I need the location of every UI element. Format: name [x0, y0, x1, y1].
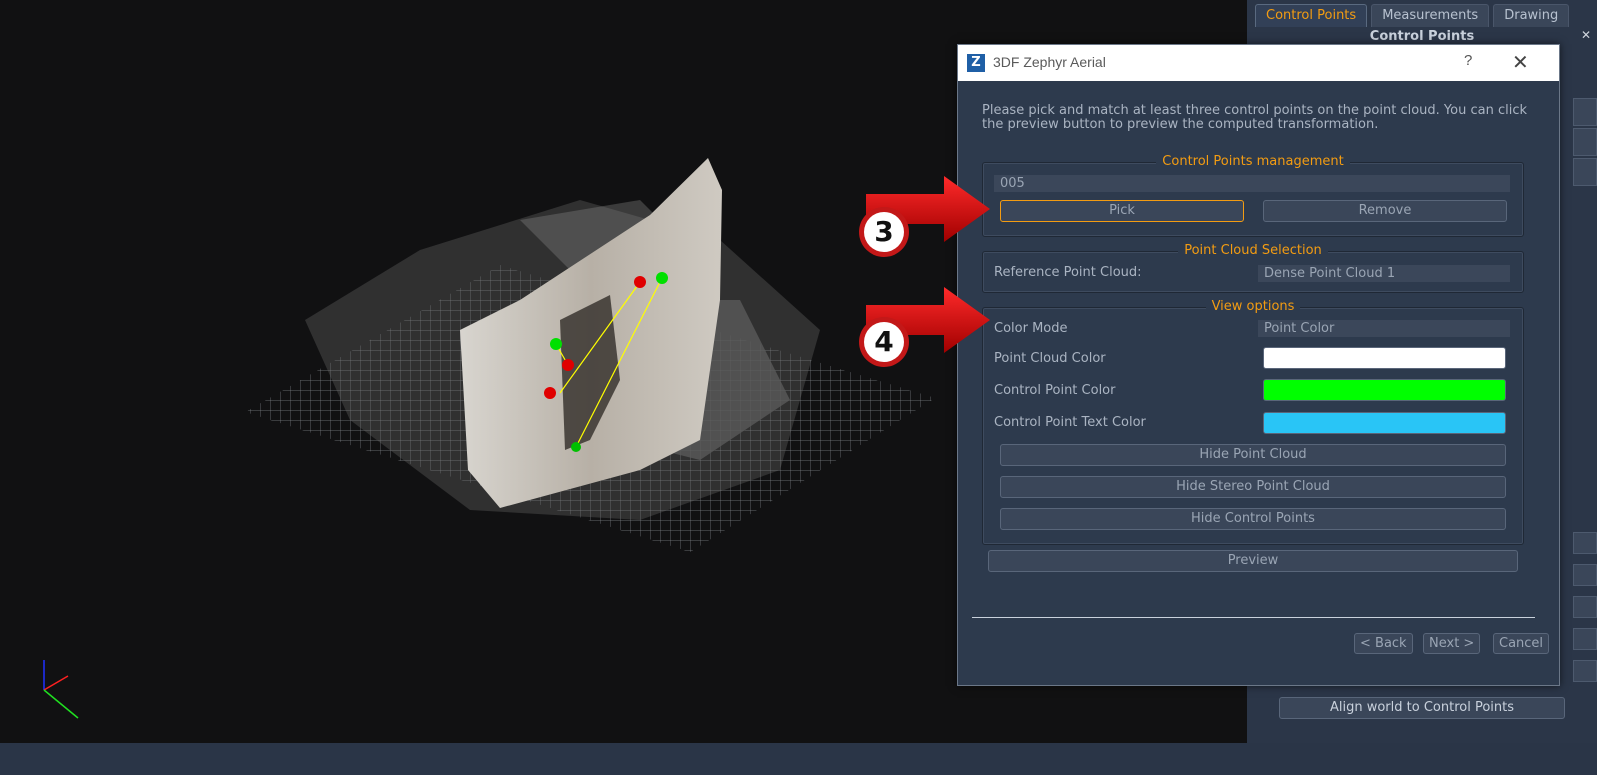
cancel-button[interactable]: Cancel [1493, 633, 1550, 654]
group-title: Point Cloud Selection [1178, 243, 1328, 258]
control-points-management-group: Control Points management 005 Pick Remov… [982, 154, 1524, 237]
control-points-dialog: Z 3DF Zephyr Aerial ? ✕ Please pick and … [957, 44, 1560, 686]
hide-stereo-point-cloud-button[interactable]: Hide Stereo Point Cloud [1000, 476, 1506, 498]
tab-drawing[interactable]: Drawing [1493, 4, 1570, 27]
control-point-color-label: Control Point Color [994, 383, 1116, 398]
control-point-green [550, 338, 562, 350]
panel-close-icon[interactable]: ✕ [1581, 28, 1591, 42]
axis-gizmo [43, 660, 79, 719]
control-point-red [562, 359, 574, 371]
zephyr-logo-icon: Z [967, 54, 985, 72]
dialog-titlebar[interactable]: Z 3DF Zephyr Aerial ? ✕ [958, 45, 1559, 81]
callout-badge: 4 [859, 317, 909, 367]
panel-button-edge[interactable] [1573, 628, 1597, 650]
panel-row-handle [1573, 128, 1597, 156]
view-options-group: View options Color Mode Point Color Poin… [982, 299, 1524, 545]
next-button[interactable]: Next > [1423, 633, 1481, 654]
tab-control-points[interactable]: Control Points [1255, 4, 1368, 27]
status-bar [0, 743, 1597, 775]
preview-button[interactable]: Preview [988, 550, 1518, 572]
panel-button-edge[interactable] [1573, 532, 1597, 554]
color-mode-label: Color Mode [994, 321, 1068, 336]
panel-row-handle [1573, 98, 1597, 126]
control-point-color-swatch[interactable] [1263, 379, 1506, 401]
point-cloud-selection-group: Point Cloud Selection Reference Point Cl… [982, 243, 1524, 293]
control-point-text-color-swatch[interactable] [1263, 412, 1506, 434]
panel-button-edge[interactable] [1573, 660, 1597, 682]
callout-number: 4 [864, 322, 904, 362]
reference-point-cloud-label: Reference Point Cloud: [994, 265, 1142, 280]
panel-tabs: Control Points Measurements Drawing [1255, 4, 1570, 28]
remove-button[interactable]: Remove [1263, 200, 1507, 222]
control-point-red [544, 387, 556, 399]
panel-title: Control Points [1369, 29, 1475, 44]
dialog-separator [972, 617, 1535, 618]
control-point-green [571, 442, 581, 452]
panel-row-handle [1573, 158, 1597, 186]
reference-point-cloud-select[interactable]: Dense Point Cloud 1 [1258, 265, 1510, 282]
callout-number: 3 [864, 212, 904, 252]
back-button[interactable]: < Back [1354, 633, 1413, 654]
panel-button-edge[interactable] [1573, 596, 1597, 618]
tab-measurements[interactable]: Measurements [1371, 4, 1490, 27]
color-mode-select[interactable]: Point Color [1258, 320, 1510, 337]
control-point-text-color-label: Control Point Text Color [994, 415, 1146, 430]
group-title: View options [1205, 299, 1301, 314]
align-world-button[interactable]: Align world to Control Points [1279, 697, 1565, 719]
pick-button[interactable]: Pick [1000, 200, 1244, 222]
hide-control-points-button[interactable]: Hide Control Points [1000, 508, 1506, 530]
close-icon[interactable]: ✕ [1512, 50, 1529, 75]
point-cloud-color-label: Point Cloud Color [994, 351, 1106, 366]
hide-point-cloud-button[interactable]: Hide Point Cloud [1000, 444, 1506, 466]
control-point-red [634, 276, 646, 288]
group-title: Control Points management [1156, 154, 1350, 169]
help-icon[interactable]: ? [1464, 52, 1472, 69]
dialog-title: 3DF Zephyr Aerial [993, 54, 1106, 70]
control-point-green [656, 272, 668, 284]
dialog-intro-text: Please pick and match at least three con… [982, 103, 1527, 132]
panel-button-edge[interactable] [1573, 564, 1597, 586]
point-cloud-color-swatch[interactable] [1263, 347, 1506, 369]
current-point-field[interactable]: 005 [994, 175, 1510, 192]
callout-badge: 3 [859, 207, 909, 257]
